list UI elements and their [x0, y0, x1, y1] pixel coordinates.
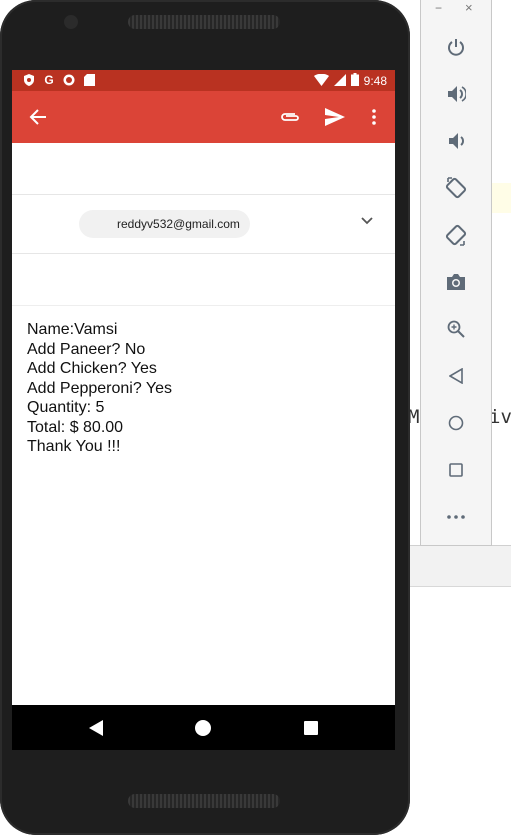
emulator-back-button[interactable]	[444, 364, 468, 388]
overview-square-icon	[304, 721, 318, 735]
send-icon	[325, 108, 345, 126]
minimize-button[interactable]: −	[435, 1, 442, 15]
signal-icon	[333, 73, 346, 89]
back-button[interactable]	[24, 103, 52, 131]
extended-controls-button[interactable]	[444, 505, 468, 529]
chevron-down-icon	[361, 217, 373, 225]
attach-icon	[281, 113, 299, 121]
power-button[interactable]	[444, 35, 468, 59]
expand-recipients-button[interactable]	[360, 214, 376, 230]
notification-icons: G	[22, 73, 96, 87]
record-icon	[62, 73, 76, 87]
volume-up-icon	[448, 86, 466, 102]
back-triangle-icon	[449, 368, 463, 384]
recipient-chip[interactable]: reddyv532@gmail.com	[79, 210, 250, 238]
phone-frame: G 9:48 reddyv532@gmail.com Name:Vamsi Ad…	[0, 0, 410, 835]
more-horiz-icon	[447, 515, 465, 519]
nav-home-button[interactable]	[193, 718, 213, 738]
ide-code-fragment-right: iv	[489, 406, 511, 428]
volume-down-icon	[449, 133, 464, 149]
more-options-button[interactable]	[360, 103, 388, 131]
message-line: Add Chicken? Yes	[27, 360, 157, 377]
compose-toolbar	[12, 91, 395, 143]
top-speaker	[128, 15, 280, 29]
front-camera	[64, 15, 78, 29]
attach-button[interactable]	[276, 103, 304, 131]
system-icons: 9:48	[313, 73, 387, 89]
message-line: Add Paneer? No	[27, 340, 146, 358]
status-bar: G 9:48	[12, 70, 395, 91]
home-circle-icon	[195, 720, 211, 736]
bottom-speaker	[128, 794, 280, 808]
rotate-right-icon	[445, 224, 467, 246]
shield-icon	[22, 73, 36, 87]
home-circle-icon	[448, 415, 464, 431]
power-icon	[448, 39, 464, 56]
sd-card-icon	[82, 73, 96, 87]
zoom-button[interactable]	[444, 317, 468, 341]
message-line: Quantity: 5	[27, 399, 105, 416]
subject-field[interactable]	[12, 253, 395, 306]
phone-screen: G 9:48 reddyv532@gmail.com Name:Vamsi Ad…	[12, 70, 395, 750]
recipient-email: reddyv532@gmail.com	[117, 217, 240, 231]
google-icon: G	[44, 73, 54, 87]
zoom-icon	[447, 320, 465, 338]
panel-title-bar: − ×	[421, 0, 491, 16]
volume-up-button[interactable]	[444, 82, 468, 106]
rotate-right-button[interactable]	[444, 223, 468, 247]
emulator-home-button[interactable]	[444, 411, 468, 435]
navigation-bar	[12, 705, 395, 750]
close-button[interactable]: ×	[465, 0, 473, 15]
volume-down-button[interactable]	[444, 129, 468, 153]
camera-icon	[447, 274, 465, 290]
back-arrow-icon	[29, 109, 46, 125]
message-line: Thank You !!!	[27, 438, 121, 455]
more-vert-icon	[372, 109, 376, 125]
message-body[interactable]: Name:Vamsi Add Paneer? No Add Chicken? Y…	[27, 320, 172, 457]
overview-square-icon	[449, 463, 463, 477]
send-button[interactable]	[321, 103, 349, 131]
message-line: Total: $ 80.00	[27, 418, 124, 436]
clock: 9:48	[363, 74, 387, 88]
message-line: Add Pepperoni? Yes	[27, 379, 173, 397]
to-field[interactable]: reddyv532@gmail.com	[12, 194, 395, 254]
emulator-side-panel: − ×	[420, 0, 492, 546]
ide-panel-strip	[408, 546, 511, 587]
ide-highlight	[490, 183, 511, 213]
rotate-left-button[interactable]	[444, 176, 468, 200]
back-triangle-icon	[89, 720, 103, 736]
message-line: Name:Vamsi	[27, 321, 118, 338]
emulator-overview-button[interactable]	[444, 458, 468, 482]
screenshot-button[interactable]	[444, 270, 468, 294]
rotate-left-icon	[445, 177, 467, 199]
nav-overview-button[interactable]	[301, 718, 321, 738]
wifi-icon	[313, 73, 329, 89]
nav-back-button[interactable]	[86, 718, 106, 738]
battery-icon	[350, 73, 359, 89]
from-field[interactable]	[12, 143, 395, 195]
